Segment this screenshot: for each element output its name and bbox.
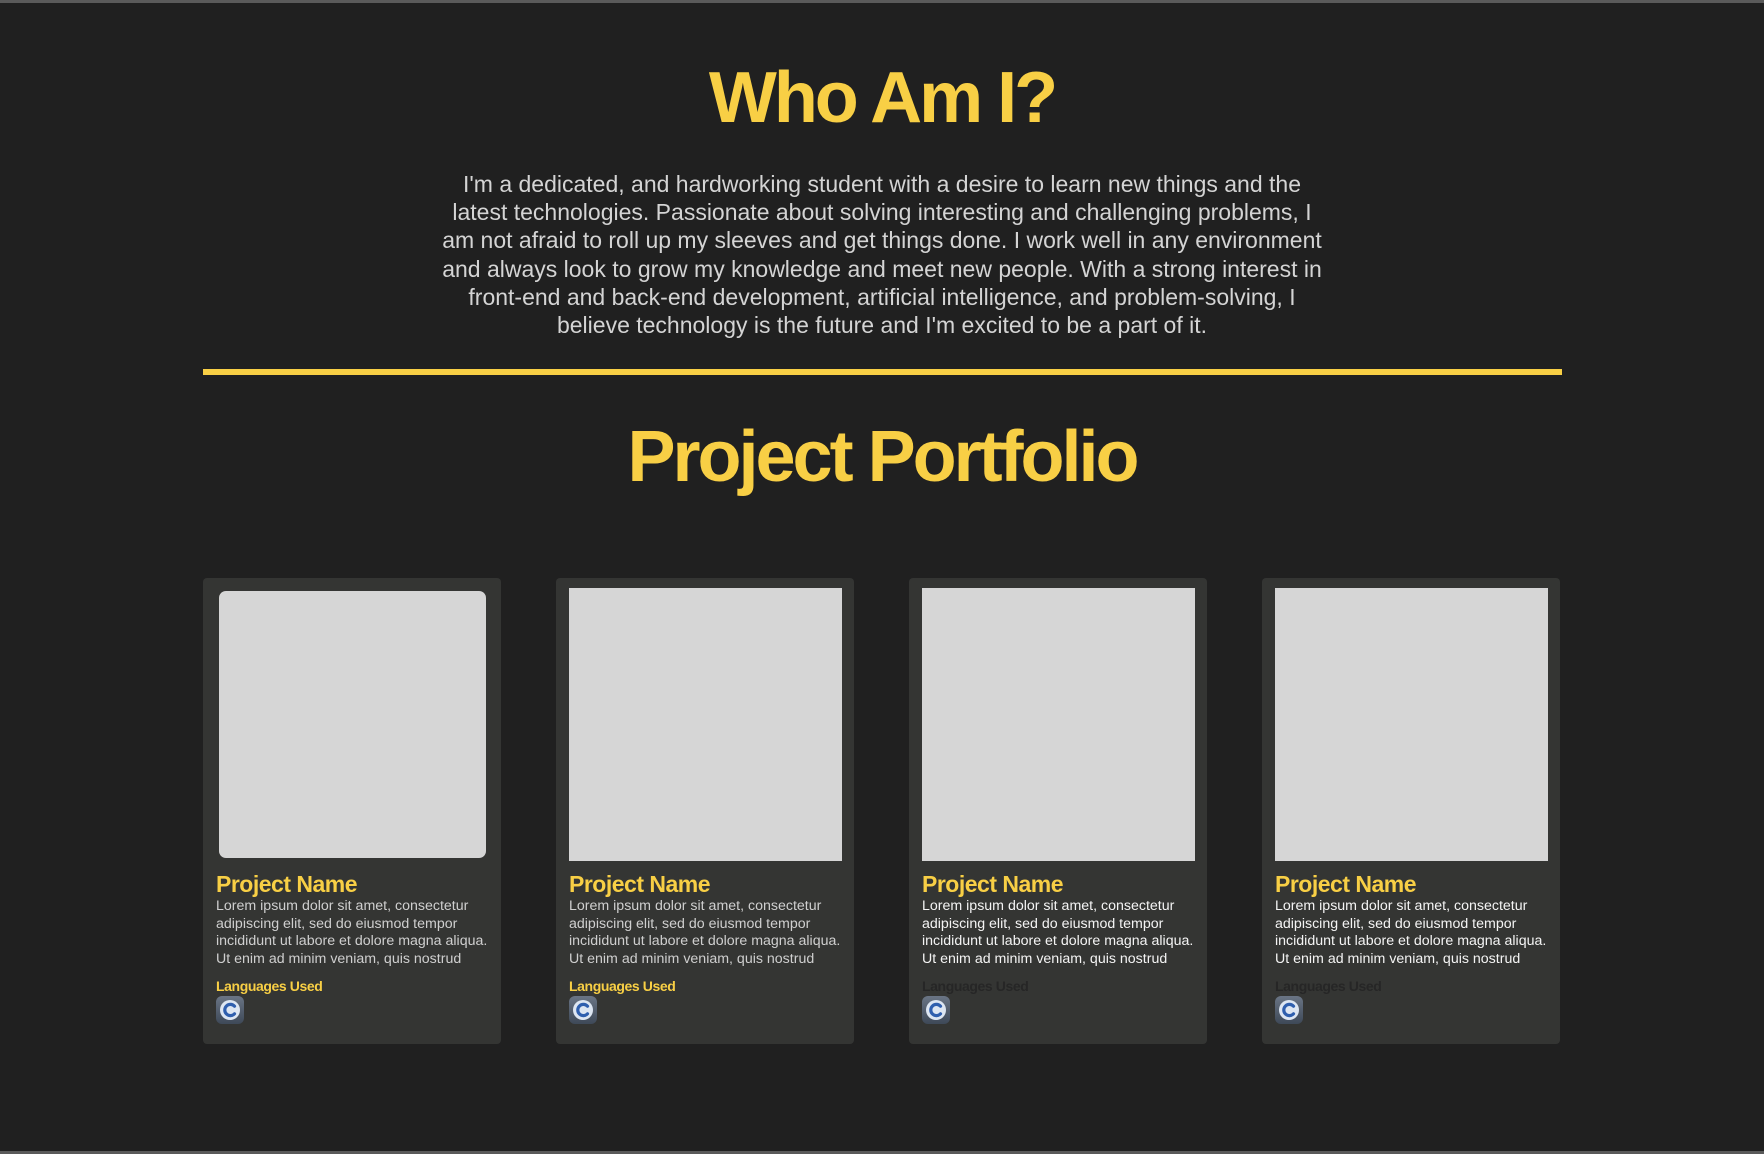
project-description: Lorem ipsum dolor sit amet, consectetur …: [922, 898, 1194, 967]
c-language-icon: [1275, 996, 1303, 1024]
languages-used-label: Languages Used: [216, 978, 323, 994]
about-title: Who Am I?: [708, 58, 1058, 138]
languages-used-label: Languages Used: [1275, 978, 1382, 994]
project-card[interactable]: Project Name Lorem ipsum dolor sit amet,…: [203, 578, 501, 1044]
project-image-placeholder: [1275, 588, 1548, 861]
project-card[interactable]: Project Name Lorem ipsum dolor sit amet,…: [1262, 578, 1560, 1044]
project-description: Lorem ipsum dolor sit amet, consectetur …: [216, 898, 488, 967]
portfolio-title: Project Portfolio: [627, 417, 1139, 497]
project-description: Lorem ipsum dolor sit amet, consectetur …: [569, 898, 841, 967]
project-name: Project Name: [569, 871, 711, 897]
project-image-placeholder: [569, 588, 842, 861]
top-border: [0, 0, 1764, 3]
project-name: Project Name: [922, 871, 1064, 897]
project-image-placeholder: [219, 591, 486, 858]
about-text: I'm a dedicated, and hardworking student…: [442, 171, 1322, 339]
project-image-placeholder: [922, 588, 1195, 861]
c-language-icon: [922, 996, 950, 1024]
project-description: Lorem ipsum dolor sit amet, consectetur …: [1275, 898, 1547, 967]
c-language-icon: [216, 996, 244, 1024]
project-card[interactable]: Project Name Lorem ipsum dolor sit amet,…: [909, 578, 1207, 1044]
c-language-icon: [569, 996, 597, 1024]
languages-used-label: Languages Used: [922, 978, 1029, 994]
page: Who Am I? I'm a dedicated, and hardworki…: [0, 0, 1764, 1154]
project-name: Project Name: [1275, 871, 1417, 897]
project-card[interactable]: Project Name Lorem ipsum dolor sit amet,…: [556, 578, 854, 1044]
languages-used-label: Languages Used: [569, 978, 676, 994]
section-divider: [203, 369, 1562, 375]
project-name: Project Name: [216, 871, 358, 897]
